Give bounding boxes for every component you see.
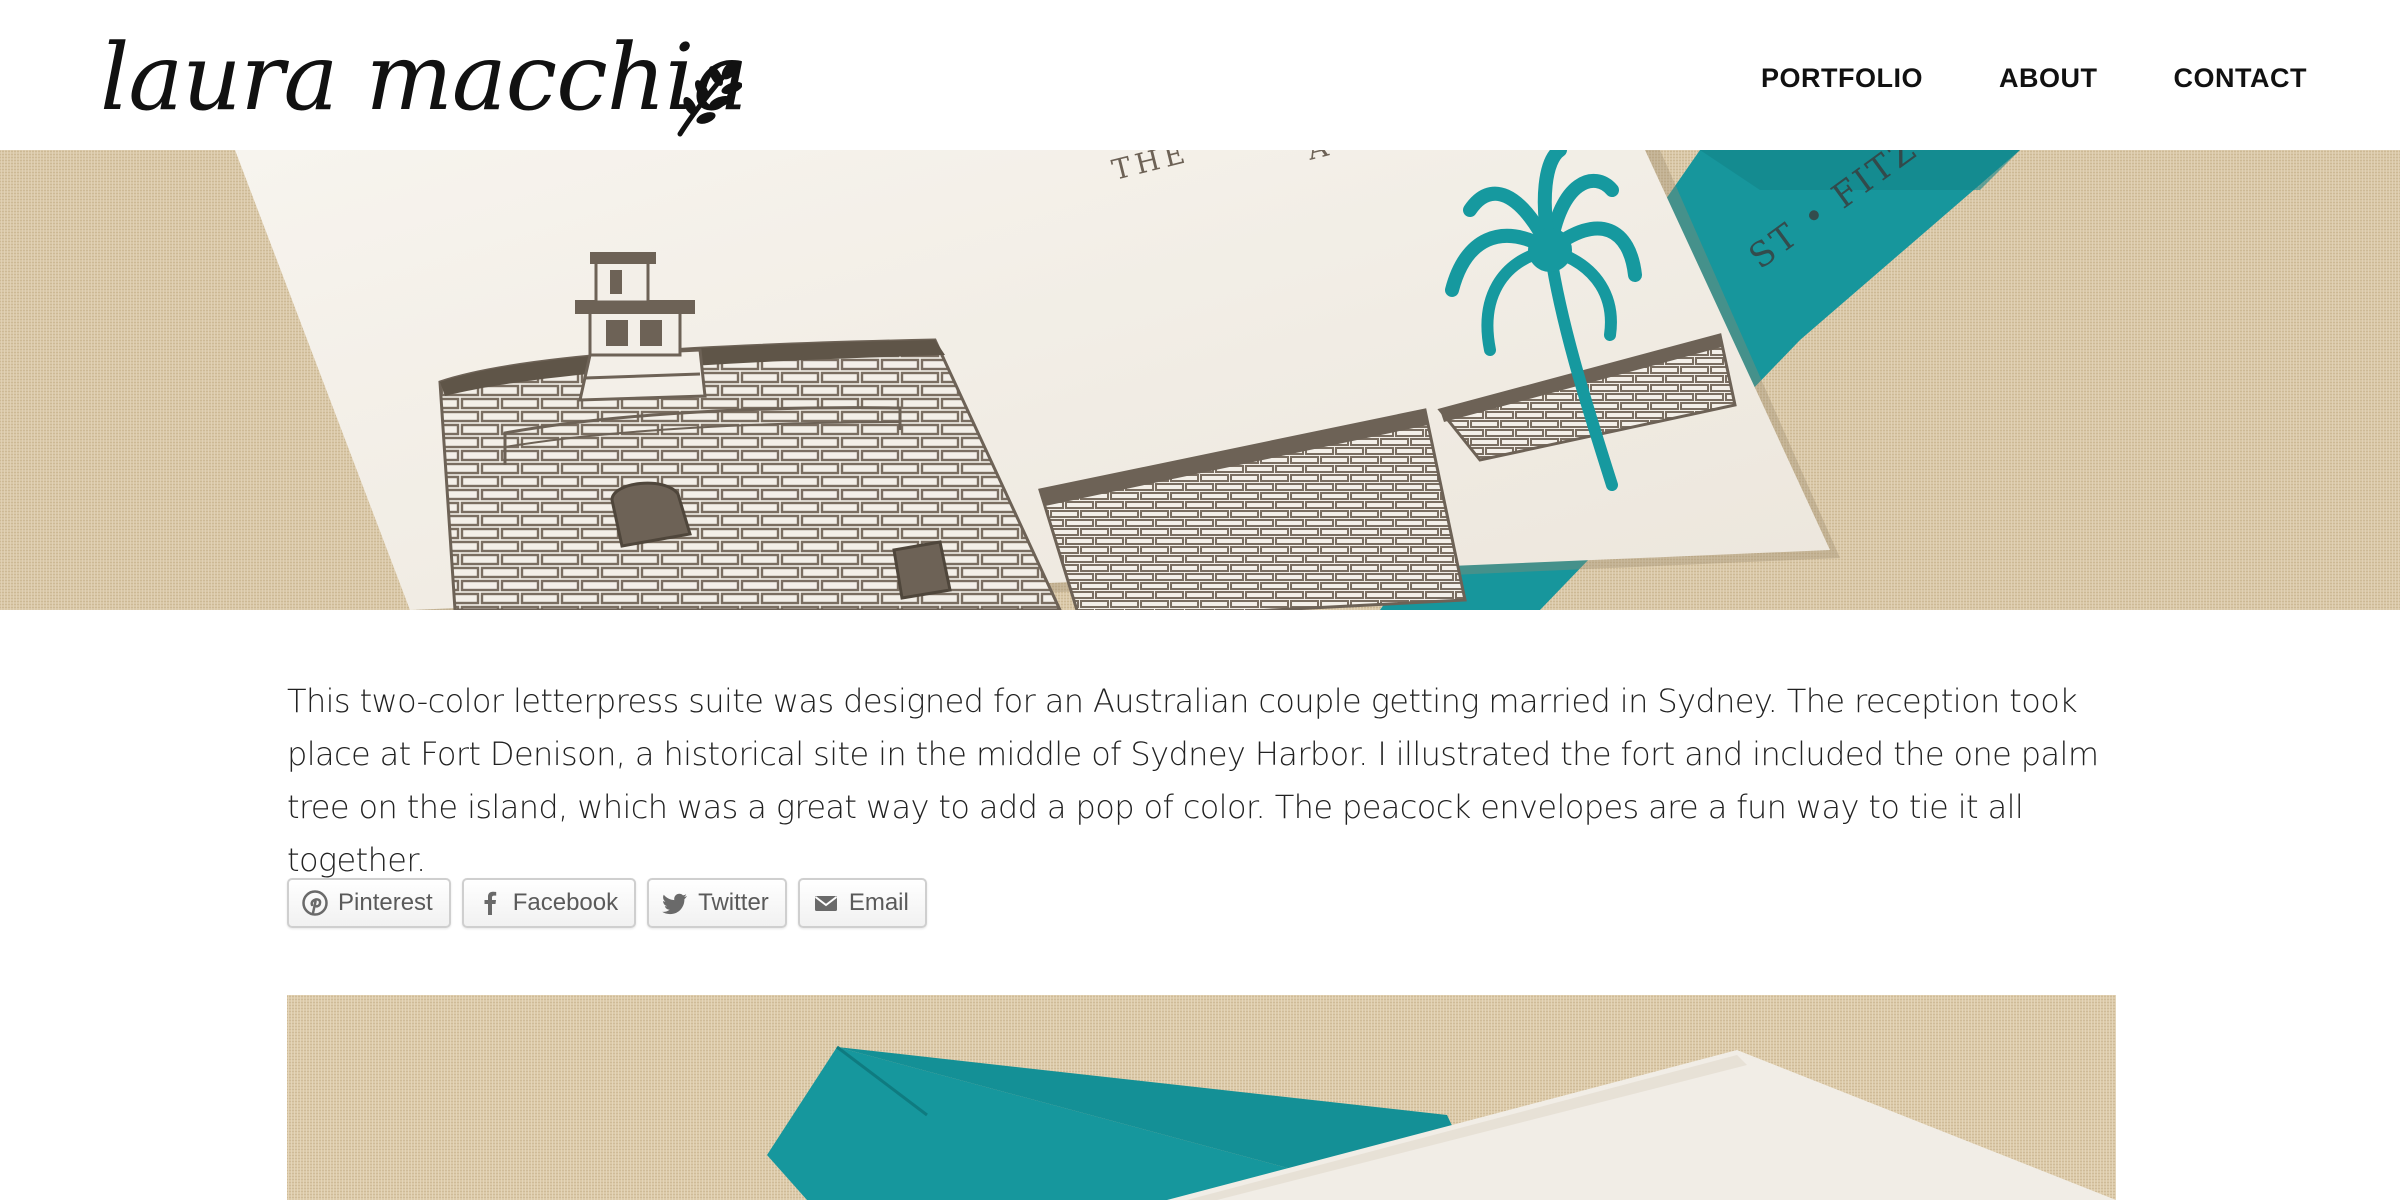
facebook-icon <box>484 891 496 915</box>
nav-portfolio[interactable]: PORTFOLIO <box>1761 58 1923 98</box>
share-twitter-label: Twitter <box>698 889 769 916</box>
logo-text: laura macchia <box>100 24 748 131</box>
envelope-photo <box>287 995 2116 1200</box>
share-pinterest-label: Pinterest <box>338 889 433 916</box>
share-twitter-button[interactable]: Twitter <box>647 878 787 928</box>
share-buttons: Pinterest Facebook Twitter Email <box>287 878 938 928</box>
project-description: This two-color letterpress suite was des… <box>287 682 2099 879</box>
site-header: laura macchia PORTFOLIO ABOUT CONTACT <box>0 0 2400 150</box>
share-email-button[interactable]: Email <box>797 878 927 928</box>
project-photo-2 <box>287 995 2116 1200</box>
hero-photo: ST • FITZ THE A <box>0 150 2400 610</box>
share-facebook-label: Facebook <box>512 889 619 916</box>
nav-about[interactable]: ABOUT <box>1999 58 2098 98</box>
nav-contact[interactable]: CONTACT <box>2174 58 2307 98</box>
email-icon <box>814 896 837 911</box>
pinterest-icon <box>302 890 328 916</box>
share-pinterest-button[interactable]: Pinterest <box>287 878 451 928</box>
share-email-label: Email <box>848 889 909 916</box>
site-logo[interactable]: laura macchia <box>100 28 748 137</box>
leaf-sprig-icon <box>677 60 742 137</box>
hero-illustration: ST • FITZ THE A <box>0 150 2400 610</box>
main-nav: PORTFOLIO ABOUT CONTACT <box>1761 58 2307 98</box>
share-facebook-button[interactable]: Facebook <box>461 878 637 928</box>
twitter-icon <box>662 893 688 915</box>
post-content: This two-color letterpress suite was des… <box>287 675 2117 928</box>
